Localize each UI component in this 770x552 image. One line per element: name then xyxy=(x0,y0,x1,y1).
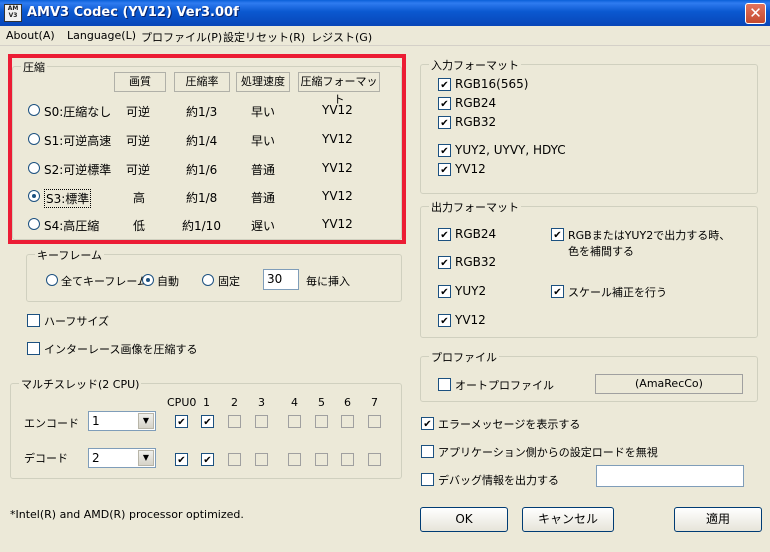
encode-thread-select[interactable]: 1 ▼ xyxy=(88,411,156,431)
input-rgb16-checkbox[interactable] xyxy=(438,78,451,91)
profile-group-title: プロファイル xyxy=(429,349,499,365)
decode-cpu0-checkbox[interactable] xyxy=(175,453,188,466)
cpu-1: 1 xyxy=(203,396,210,409)
output-yuy2-checkbox[interactable] xyxy=(438,285,451,298)
output-format-group-title: 出力フォーマット xyxy=(429,199,521,215)
encode-cpu7-checkbox[interactable] xyxy=(368,415,381,428)
cpu-3: 3 xyxy=(258,396,265,409)
menu-reset-settings[interactable]: 設定リセット(R) xyxy=(223,29,305,45)
radio-auto[interactable] xyxy=(142,274,154,286)
ok-button[interactable]: OK xyxy=(420,507,508,532)
interlace-checkbox[interactable] xyxy=(27,342,40,355)
app-icon: AM V3 xyxy=(4,4,22,22)
auto-profile-label[interactable]: オートプロファイル xyxy=(455,377,554,393)
window-title: AMV3 Codec (YV12) Ver3.00f xyxy=(27,5,239,20)
output-yuy2-label[interactable]: YUY2 xyxy=(455,284,486,298)
output-rgb32-checkbox[interactable] xyxy=(438,256,451,269)
profile-name: (AmaRecCo) xyxy=(595,374,743,394)
debug-output-checkbox[interactable] xyxy=(421,473,434,486)
output-yv12-checkbox[interactable] xyxy=(438,314,451,327)
keyframe-interval-suffix: 毎に挿入 xyxy=(306,275,350,288)
color-interpolate-label-line2[interactable]: 色を補間する xyxy=(568,243,634,259)
output-rgb32-label[interactable]: RGB32 xyxy=(455,255,496,269)
encode-label: エンコード xyxy=(24,417,79,430)
menu-profile[interactable]: プロファイル(P) xyxy=(141,29,222,45)
menu-language[interactable]: Language(L) xyxy=(67,29,136,42)
encode-cpu2-checkbox[interactable] xyxy=(228,415,241,428)
chevron-down-icon[interactable]: ▼ xyxy=(138,450,154,466)
encode-cpu5-checkbox[interactable] xyxy=(315,415,328,428)
scale-correct-label[interactable]: スケール補正を行う xyxy=(568,284,667,300)
title-bar: AM V3 AMV3 Codec (YV12) Ver3.00f ✕ xyxy=(0,0,770,26)
encode-cpu6-checkbox[interactable] xyxy=(341,415,354,428)
decode-thread-select[interactable]: 2 ▼ xyxy=(88,448,156,468)
input-rgb16-label[interactable]: RGB16(565) xyxy=(455,77,528,91)
cpu-6: 6 xyxy=(344,396,351,409)
keyframe-interval-input[interactable]: 30 xyxy=(263,269,299,290)
footer-note: *Intel(R) and AMD(R) processor optimized… xyxy=(10,508,244,521)
decode-thread-value: 2 xyxy=(92,451,100,465)
cpu-4: 4 xyxy=(291,396,298,409)
color-interpolate-label-line1[interactable]: RGBまたはYUY2で出力する時、 xyxy=(568,227,730,243)
half-size-checkbox[interactable] xyxy=(27,314,40,327)
highlight-box xyxy=(8,54,406,244)
keyframe-group-title: キーフレーム xyxy=(35,247,105,263)
decode-cpu2-checkbox[interactable] xyxy=(228,453,241,466)
encode-cpu1-checkbox[interactable] xyxy=(201,415,214,428)
decode-label: デコード xyxy=(24,452,68,465)
chevron-down-icon[interactable]: ▼ xyxy=(138,413,154,429)
decode-cpu3-checkbox[interactable] xyxy=(255,453,268,466)
menu-bar: About(A) Language(L) プロファイル(P) 設定リセット(R)… xyxy=(0,26,770,46)
encode-cpu4-checkbox[interactable] xyxy=(288,415,301,428)
input-yv12-label[interactable]: YV12 xyxy=(455,162,486,176)
output-rgb24-label[interactable]: RGB24 xyxy=(455,227,496,241)
show-error-label[interactable]: エラーメッセージを表示する xyxy=(438,416,580,432)
scale-correct-checkbox[interactable] xyxy=(551,285,564,298)
debug-output-label[interactable]: デバッグ情報を出力する xyxy=(438,472,559,488)
close-button[interactable]: ✕ xyxy=(745,3,766,24)
cpu-2: 2 xyxy=(231,396,238,409)
ignore-app-settings-checkbox[interactable] xyxy=(421,445,434,458)
input-rgb32-label[interactable]: RGB32 xyxy=(455,115,496,129)
cpu-7: 7 xyxy=(371,396,378,409)
encode-thread-value: 1 xyxy=(92,414,100,428)
radio-all-keyframe[interactable] xyxy=(46,274,58,286)
cancel-button[interactable]: キャンセル xyxy=(522,507,614,532)
decode-cpu6-checkbox[interactable] xyxy=(341,453,354,466)
input-yuy2-label[interactable]: YUY2, UYVY, HDYC xyxy=(455,143,566,157)
encode-cpu3-checkbox[interactable] xyxy=(255,415,268,428)
decode-cpu4-checkbox[interactable] xyxy=(288,453,301,466)
decode-cpu7-checkbox[interactable] xyxy=(368,453,381,466)
ignore-app-settings-label[interactable]: アプリケーション側からの設定ロードを無視 xyxy=(438,444,658,460)
label-auto[interactable]: 自動 xyxy=(157,273,179,289)
decode-cpu1-checkbox[interactable] xyxy=(201,453,214,466)
interlace-label[interactable]: インターレース画像を圧縮する xyxy=(44,341,197,357)
input-yv12-checkbox[interactable] xyxy=(438,163,451,176)
label-fixed[interactable]: 固定 xyxy=(218,273,240,289)
radio-fixed[interactable] xyxy=(202,274,214,286)
color-interpolate-checkbox[interactable] xyxy=(551,228,564,241)
cpu-5: 5 xyxy=(318,396,325,409)
encode-cpu0-checkbox[interactable] xyxy=(175,415,188,428)
input-yuy2-checkbox[interactable] xyxy=(438,144,451,157)
auto-profile-checkbox[interactable] xyxy=(438,378,451,391)
input-rgb24-checkbox[interactable] xyxy=(438,97,451,110)
input-format-group-title: 入力フォーマット xyxy=(429,57,521,73)
show-error-checkbox[interactable] xyxy=(421,417,434,430)
half-size-label[interactable]: ハーフサイズ xyxy=(44,313,109,329)
label-all-keyframe[interactable]: 全てキーフレーム xyxy=(61,273,148,289)
decode-cpu5-checkbox[interactable] xyxy=(315,453,328,466)
apply-button[interactable]: 適用 xyxy=(674,507,762,532)
input-rgb24-label[interactable]: RGB24 xyxy=(455,96,496,110)
multithread-group-title: マルチスレッド(2 CPU) xyxy=(19,376,142,392)
output-rgb24-checkbox[interactable] xyxy=(438,228,451,241)
cpu-header: CPU0 xyxy=(167,396,197,409)
input-rgb32-checkbox[interactable] xyxy=(438,116,451,129)
menu-register[interactable]: レジスト(G) xyxy=(311,29,372,45)
menu-about[interactable]: About(A) xyxy=(6,29,55,42)
output-yv12-label[interactable]: YV12 xyxy=(455,313,486,327)
debug-output-path-input[interactable] xyxy=(596,465,744,487)
